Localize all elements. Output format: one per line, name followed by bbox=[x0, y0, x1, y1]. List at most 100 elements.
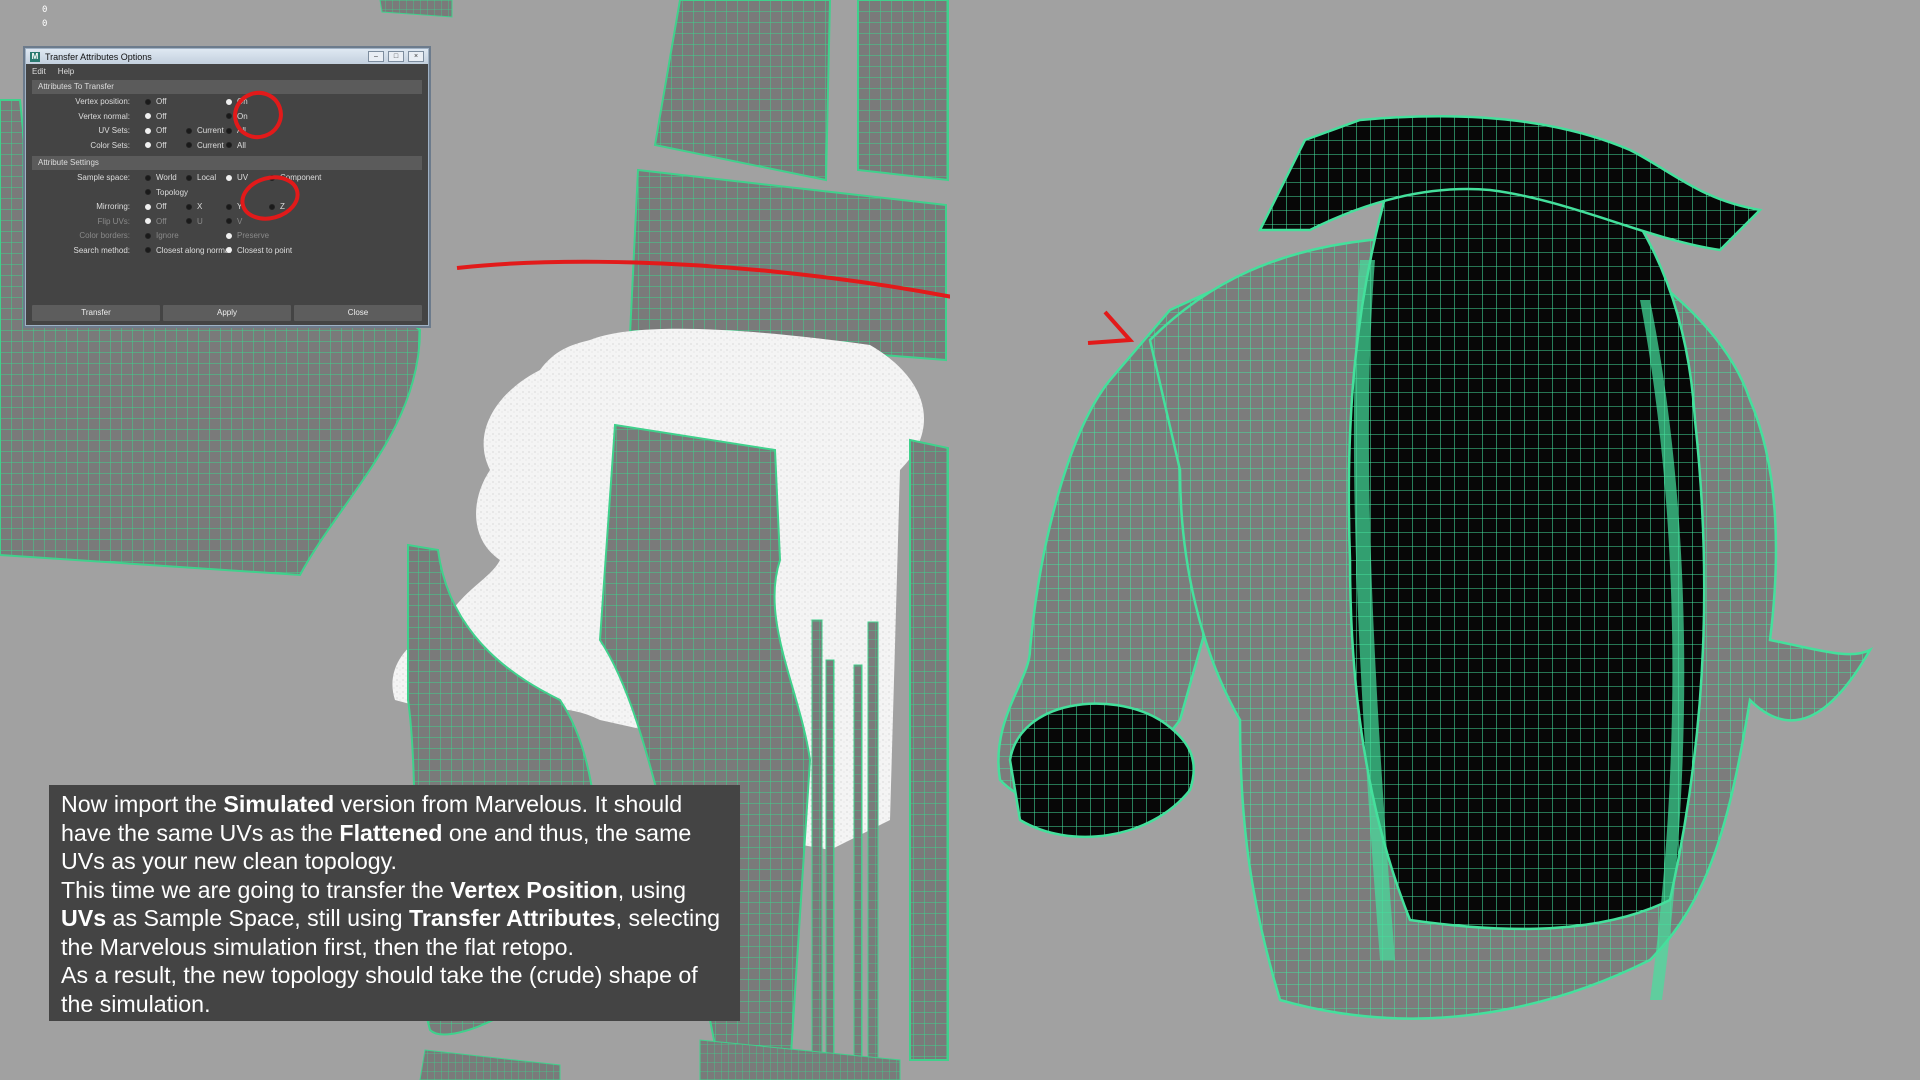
tutorial-caption: Now import the Simulated version from Ma… bbox=[49, 785, 740, 1021]
menu-edit[interactable]: Edit bbox=[32, 67, 46, 76]
transfer-button[interactable]: Transfer bbox=[32, 305, 160, 321]
radio-icon bbox=[269, 203, 275, 210]
radio-icon bbox=[226, 174, 232, 181]
option-row: Vertex position: Off On bbox=[32, 94, 422, 109]
radio-icon bbox=[145, 218, 151, 225]
radio-option[interactable]: Off bbox=[145, 97, 167, 106]
radio-option-label: Off bbox=[156, 140, 167, 150]
radio-option: Off bbox=[145, 217, 167, 226]
caption-emphasis: Vertex Position bbox=[450, 876, 618, 903]
radio-icon bbox=[145, 174, 151, 181]
simulated-jacket-viewport[interactable] bbox=[950, 0, 1920, 1080]
radio-option-label: V bbox=[237, 216, 243, 226]
radio-option-label: Preserve bbox=[237, 231, 270, 240]
option-row-label: Color Sets: bbox=[90, 140, 130, 150]
radio-option[interactable]: UV bbox=[226, 173, 248, 182]
radio-option[interactable]: Topology bbox=[145, 188, 188, 197]
caption-line: This time we are going to transfer the V… bbox=[61, 876, 740, 905]
caption-line: UVs as Sample Space, still using Transfe… bbox=[61, 904, 740, 933]
radio-option[interactable]: Closest to point bbox=[226, 246, 292, 255]
radio-option[interactable]: Y bbox=[226, 202, 242, 211]
maya-logo-icon: M bbox=[30, 51, 40, 62]
caption-line: UVs as your new clean topology. bbox=[61, 847, 740, 876]
attributes-to-transfer-section: Attributes To Transfer Vertex position: O… bbox=[32, 80, 422, 152]
radio-option[interactable]: Closest along normal bbox=[145, 246, 231, 255]
radio-option[interactable]: Z bbox=[269, 202, 285, 211]
option-row: Sample space: World Local UV Component bbox=[32, 170, 422, 185]
radio-option[interactable]: World bbox=[145, 173, 177, 182]
radio-option-label: Local bbox=[197, 173, 217, 182]
uv-patch bbox=[857, 0, 949, 182]
radio-option[interactable]: Local bbox=[186, 173, 216, 182]
radio-option[interactable]: Off bbox=[145, 112, 167, 121]
radio-icon bbox=[226, 142, 232, 149]
jacket-cuff bbox=[1008, 702, 1195, 839]
caption-line: have the same UVs as the Flattened one a… bbox=[61, 819, 740, 848]
caption-text: one and thus, the same bbox=[442, 819, 692, 846]
jacket-interior bbox=[1347, 154, 1706, 931]
radio-icon bbox=[145, 113, 151, 120]
radio-option-label: Off bbox=[156, 202, 167, 211]
dialog-titlebar[interactable]: M Transfer Attributes Options – □ × bbox=[26, 49, 428, 64]
radio-option[interactable]: Current bbox=[186, 141, 224, 150]
axis-label: 0 bbox=[42, 5, 48, 15]
radio-icon bbox=[145, 232, 151, 239]
caption-text: version from Marvelous. It should bbox=[334, 791, 683, 817]
radio-option-label: Y bbox=[237, 202, 243, 211]
transfer-attributes-dialog[interactable]: M Transfer Attributes Options – □ × Edit… bbox=[25, 48, 429, 326]
uv-patch bbox=[379, 0, 453, 18]
attribute-settings-section: Attribute Settings Sample space: World Loc… bbox=[32, 156, 422, 257]
caption-emphasis: Transfer Attributes bbox=[409, 905, 616, 931]
caption-text: UVs as your new clean topology. bbox=[61, 848, 397, 874]
radio-option-label: U bbox=[197, 216, 203, 226]
radio-option-label: Current bbox=[197, 126, 224, 135]
option-row-label: Search method: bbox=[73, 245, 130, 255]
caption-text: Now import the bbox=[61, 791, 224, 817]
radio-icon bbox=[186, 174, 192, 181]
radio-option[interactable]: X bbox=[186, 202, 202, 211]
radio-icon bbox=[226, 203, 232, 210]
radio-icon bbox=[145, 127, 151, 134]
radio-option[interactable]: Off bbox=[145, 141, 167, 150]
radio-option[interactable]: Off bbox=[145, 202, 167, 211]
option-row: Color borders: Ignore Preserve bbox=[32, 228, 422, 243]
radio-option[interactable]: Current bbox=[186, 126, 224, 135]
radio-option-label: Closest to point bbox=[237, 245, 293, 255]
caption-line: the Marvelous simulation first, then the… bbox=[61, 933, 740, 962]
caption-line: As a result, the new topology should tak… bbox=[61, 961, 740, 990]
radio-icon bbox=[145, 189, 151, 196]
radio-option-label: Off bbox=[156, 216, 167, 226]
radio-option: V bbox=[226, 217, 242, 226]
radio-option[interactable]: On bbox=[226, 97, 248, 106]
caption-text: as Sample Space, still using bbox=[106, 905, 409, 931]
maximize-icon[interactable]: □ bbox=[388, 51, 404, 62]
radio-option-label: Z bbox=[280, 202, 285, 211]
radio-icon bbox=[186, 142, 192, 149]
radio-option: Preserve bbox=[226, 231, 269, 240]
section-header[interactable]: Attribute Settings bbox=[32, 156, 422, 170]
radio-option[interactable]: All bbox=[226, 126, 246, 135]
radio-icon bbox=[186, 203, 192, 210]
close-button[interactable]: Close bbox=[294, 305, 422, 321]
caption-text: the Marvelous simulation first, then the… bbox=[61, 933, 574, 960]
caption-line: Now import the Simulated version from Ma… bbox=[61, 790, 740, 819]
caption-text: , using bbox=[617, 876, 687, 903]
radio-option-label: All bbox=[237, 140, 246, 150]
radio-option[interactable]: Component bbox=[269, 173, 321, 182]
option-row-label: Color borders: bbox=[79, 231, 130, 240]
section-header[interactable]: Attributes To Transfer bbox=[32, 80, 422, 94]
radio-option[interactable]: On bbox=[226, 112, 248, 121]
radio-option[interactable]: Off bbox=[145, 126, 167, 135]
apply-button[interactable]: Apply bbox=[163, 305, 291, 321]
radio-icon bbox=[145, 142, 151, 149]
menu-help[interactable]: Help bbox=[58, 67, 74, 76]
uv-patch bbox=[419, 1049, 561, 1080]
caption-text: This time we are going to transfer the bbox=[61, 876, 451, 903]
caption-text: , selecting bbox=[615, 905, 720, 931]
option-row: Vertex normal: Off On bbox=[32, 109, 422, 124]
close-icon[interactable]: × bbox=[408, 51, 424, 62]
caption-emphasis: Simulated bbox=[223, 791, 335, 817]
minimize-icon[interactable]: – bbox=[368, 51, 384, 62]
radio-option[interactable]: All bbox=[226, 141, 246, 150]
radio-option-label: Topology bbox=[156, 187, 189, 197]
